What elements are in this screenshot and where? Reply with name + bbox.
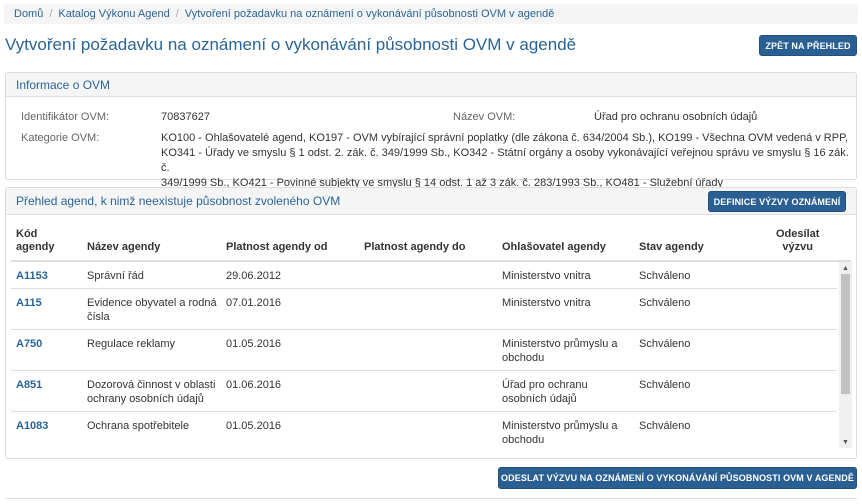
agenda-code-link[interactable]: A115: [16, 296, 42, 310]
ovm-category-label: Kategorie OVM:: [21, 132, 100, 144]
agenda-reporter: Ministerstvo průmyslu a obchodu: [502, 420, 618, 446]
table-header: Kód agendy Název agendy Platnost agendy …: [11, 226, 851, 262]
column-header-name[interactable]: Název agendy: [87, 241, 160, 254]
agenda-reporter: Úřad pro ochranu osobních údajů: [502, 379, 588, 405]
column-header-reporter[interactable]: Ohlašovatel agendy: [502, 241, 606, 254]
column-header-valid-from[interactable]: Platnost agendy od: [226, 241, 327, 254]
ovm-name-value: Úřad pro ochranu osobních údajů: [594, 111, 758, 123]
column-header-valid-to[interactable]: Platnost agendy do: [364, 241, 465, 254]
agenda-table-body: A1153 Správní řád 29.06.2012 Ministerstv…: [11, 262, 837, 448]
agenda-status: Schváleno: [639, 270, 691, 282]
scroll-up-icon[interactable]: ▲: [839, 262, 852, 274]
agenda-name: Dozorová činnost v oblasti ochrany osobní…: [87, 379, 216, 405]
agenda-reporter: Ministerstvo vnitra: [502, 270, 591, 282]
agenda-name: Správní řád: [87, 270, 144, 282]
agenda-code-link[interactable]: A1153: [16, 269, 48, 283]
scroll-thumb[interactable]: [841, 274, 850, 394]
agenda-name: Regulace reklamy: [87, 338, 176, 350]
column-header-status[interactable]: Stav agendy: [639, 241, 704, 254]
agenda-valid-from: 07.01.2016: [226, 297, 282, 309]
agenda-valid-from: 01.06.2016: [226, 379, 282, 391]
ovm-category-value: KO100 - Ohlašovatelé agend, KO197 - OVM …: [161, 132, 849, 189]
agenda-overview-panel: Přehled agend, k nimž neexistuje působno…: [5, 187, 857, 459]
ovm-name-label: Název OVM:: [453, 111, 516, 123]
agenda-name: Evidence obyvatel a rodná čísla: [87, 297, 217, 323]
column-header-code[interactable]: Kód agendy: [16, 228, 55, 254]
ovm-id-value: 70837627: [161, 111, 210, 123]
table-row[interactable]: A851 Dozorová činnost v oblasti ochrany o…: [11, 371, 837, 412]
breadcrumb: Domů / Katalog Výkonu Agend / Vytvoření …: [4, 4, 858, 24]
breadcrumb-current[interactable]: Vytvoření požadavku na oznámení o vykoná…: [185, 8, 555, 20]
table-row[interactable]: A115 Evidence obyvatel a rodná čísla 07.0…: [11, 289, 837, 330]
agenda-status: Schváleno: [639, 379, 691, 391]
breadcrumb-home[interactable]: Domů: [14, 8, 43, 20]
ovm-info-panel-title: Informace o OVM: [6, 73, 856, 97]
agenda-reporter: Ministerstvo průmyslu a obchodu: [502, 338, 618, 364]
scroll-down-icon[interactable]: ▼: [839, 436, 852, 448]
agenda-valid-from: 29.06.2012: [226, 270, 282, 282]
agenda-code-link[interactable]: A851: [16, 378, 42, 392]
agenda-status: Schváleno: [639, 297, 691, 309]
agenda-status: Schváleno: [639, 338, 691, 350]
table-row[interactable]: A1083 Ochrana spotřebitele 01.05.2016 Mi…: [11, 412, 837, 448]
column-header-send[interactable]: Odesílat výzvu: [776, 228, 819, 254]
divider: [5, 498, 857, 499]
agenda-status: Schváleno: [639, 420, 691, 432]
table-scrollbar[interactable]: ▲ ▼: [839, 262, 852, 448]
ovm-id-label: Identifikátor OVM:: [21, 111, 110, 123]
agenda-reporter: Ministerstvo vnitra: [502, 297, 591, 309]
page-title: Vytvoření požadavku na oznámení o vykoná…: [5, 35, 577, 54]
breadcrumb-separator: /: [175, 8, 179, 20]
ovm-info-panel: Informace o OVM Identifikátor OVM: 70837…: [5, 72, 857, 189]
table-row[interactable]: A750 Regulace reklamy 01.05.2016 Ministe…: [11, 330, 837, 371]
agenda-name: Ochrana spotřebitele: [87, 420, 190, 432]
agenda-code-link[interactable]: A1083: [16, 419, 48, 433]
back-to-overview-button[interactable]: ZPĚT NA PŘEHLED: [759, 35, 857, 56]
breadcrumb-separator: /: [49, 8, 53, 20]
breadcrumb-catalog[interactable]: Katalog Výkonu Agend: [58, 8, 169, 20]
define-notification-button[interactable]: DEFINICE VÝZVY OZNÁMENÍ: [708, 191, 846, 212]
table-row[interactable]: A1153 Správní řád 29.06.2012 Ministerstv…: [11, 262, 837, 289]
send-notification-request-button[interactable]: ODESLAT VÝZVU NA OZNÁMENÍ O VYKONÁVÁNÍ P…: [498, 467, 857, 489]
agenda-valid-from: 01.05.2016: [226, 338, 282, 350]
agenda-code-link[interactable]: A750: [16, 337, 42, 351]
agenda-valid-from: 01.05.2016: [226, 420, 282, 432]
